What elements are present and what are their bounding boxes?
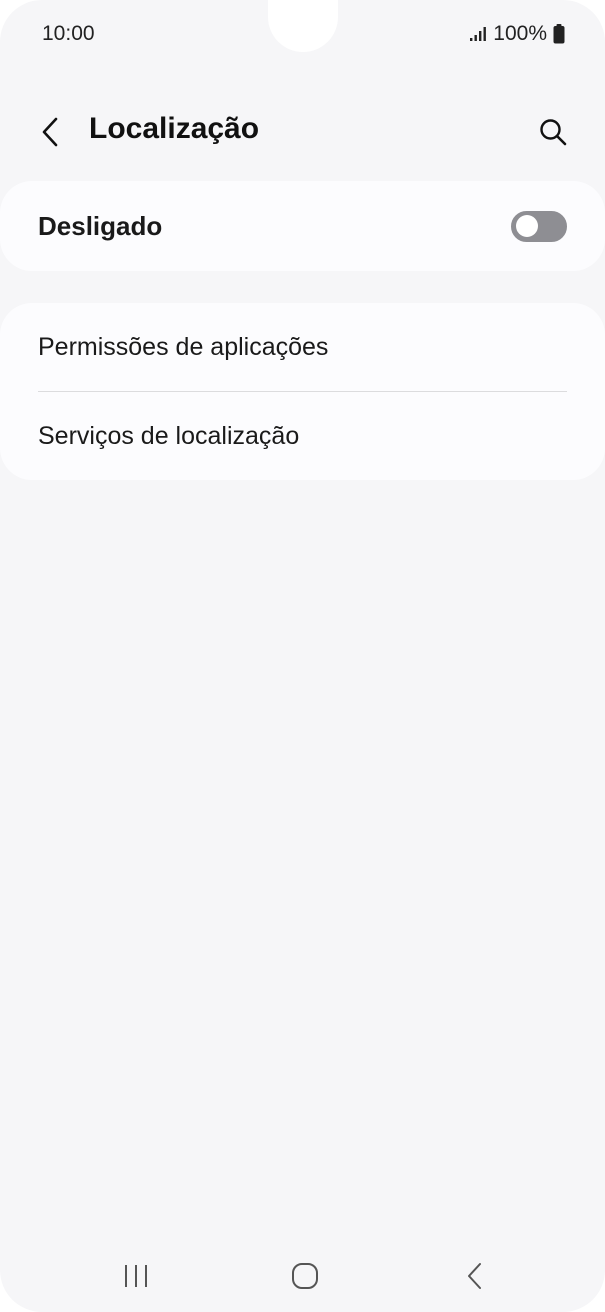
location-toggle-switch[interactable] [511,211,567,242]
recents-icon [125,1265,147,1287]
search-button[interactable] [531,110,575,154]
list-item-label: Permissões de aplicações [38,333,329,361]
settings-list-card: Permissões de aplicações Serviços de loc… [0,303,605,480]
navigation-bar [0,1240,605,1312]
app-bar: Localização [0,100,605,162]
status-bar: 10:00 100% [0,0,605,70]
list-item-location-services[interactable]: Serviços de localização [0,392,605,480]
status-indicators: 100% [469,22,565,46]
signal-icon [469,26,487,42]
screen: 10:00 100% Localização Desligado Permiss… [0,0,605,1312]
toggle-knob [516,215,538,237]
location-toggle-label: Desligado [38,211,163,241]
recents-button[interactable] [111,1260,161,1292]
search-icon [540,119,567,146]
list-item-app-permissions[interactable]: Permissões de aplicações [0,303,605,391]
home-icon [292,1263,318,1289]
back-icon [468,1263,481,1289]
battery-icon [553,24,565,44]
location-toggle-card[interactable]: Desligado [0,181,605,271]
home-button[interactable] [280,1260,330,1292]
chevron-left-icon [42,117,58,147]
nav-back-button[interactable] [450,1260,500,1292]
back-button[interactable] [30,112,70,152]
status-time: 10:00 [42,22,95,45]
battery-percent: 100% [493,22,547,45]
list-item-label: Serviços de localização [38,422,300,450]
page-title: Localização [89,112,260,145]
